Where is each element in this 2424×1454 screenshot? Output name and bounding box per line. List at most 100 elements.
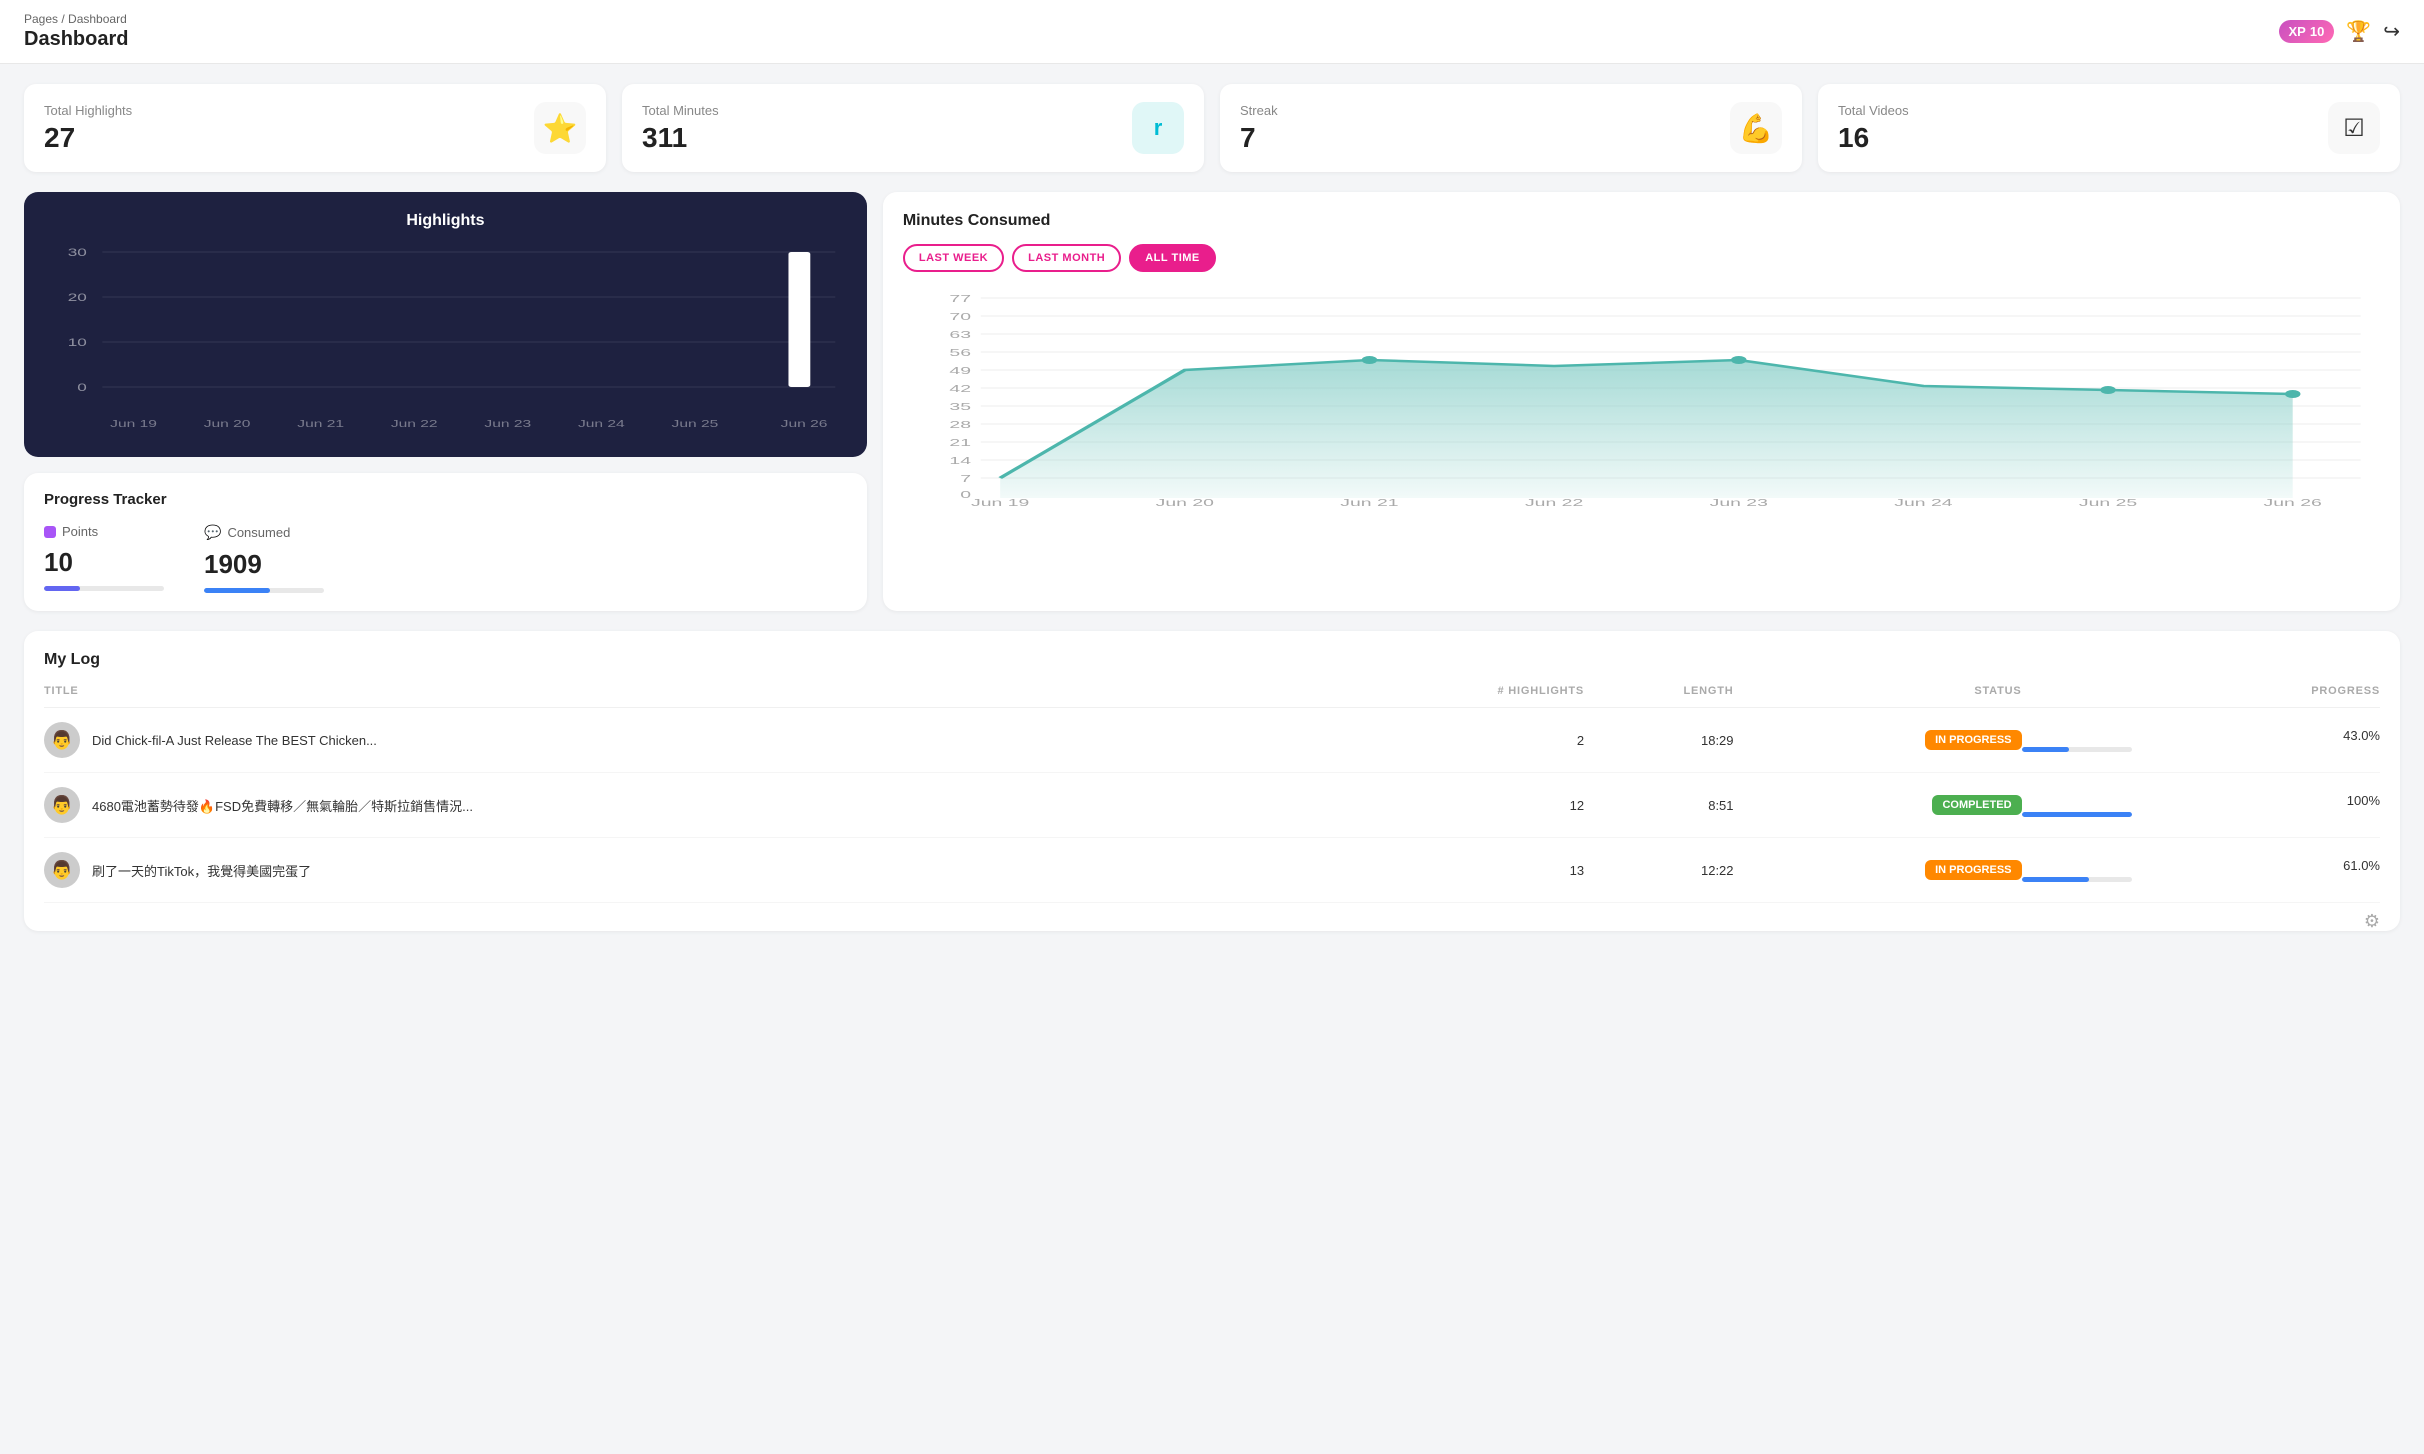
svg-text:0: 0	[960, 490, 971, 501]
svg-text:35: 35	[949, 402, 971, 413]
consumed-bar-track	[204, 588, 324, 593]
points-metric: Points 10	[44, 524, 164, 593]
svg-text:49: 49	[949, 366, 971, 377]
svg-text:10: 10	[68, 337, 87, 349]
highlights-icon: ⭐	[534, 102, 586, 154]
points-bar-fill	[44, 586, 80, 591]
settings-icon[interactable]: ⚙	[2364, 911, 2380, 932]
highlights-chart-area: Highlights 30 20 10 0 Jun 19	[24, 192, 867, 457]
length-cell: 18:29	[1584, 708, 1733, 773]
svg-text:7: 7	[960, 474, 971, 485]
minutes-card: Minutes Consumed LAST WEEK LAST MONTH AL…	[883, 192, 2400, 611]
filter-all-time[interactable]: ALL TIME	[1129, 244, 1216, 272]
xp-badge[interactable]: XP 10	[2279, 20, 2335, 43]
progress-cell: 61.0%	[2022, 838, 2380, 903]
points-bar-track	[44, 586, 164, 591]
video-thumb: 👨	[44, 787, 80, 823]
charts-row: Highlights 30 20 10 0 Jun 19	[24, 192, 2400, 611]
svg-text:Jun 22: Jun 22	[1525, 498, 1583, 508]
video-thumb: 👨	[44, 852, 80, 888]
length-cell: 12:22	[1584, 838, 1733, 903]
points-value: 10	[44, 547, 164, 578]
highlights-card: Highlights 30 20 10 0 Jun 19	[24, 192, 867, 457]
svg-text:30: 30	[68, 247, 87, 259]
svg-text:Jun 19: Jun 19	[971, 498, 1029, 508]
breadcrumb-pages: Pages	[24, 12, 58, 26]
stat-value-videos: 16	[1838, 122, 1909, 154]
svg-text:Jun 20: Jun 20	[1156, 498, 1214, 508]
progress-bar-fill	[2022, 812, 2132, 817]
data-point	[1362, 356, 1378, 364]
streak-icon: 💪	[1730, 102, 1782, 154]
header-left: Pages / Dashboard Dashboard	[24, 12, 128, 51]
svg-text:63: 63	[949, 330, 971, 341]
data-point	[2100, 386, 2116, 394]
minutes-chart-svg: 77 70 63 56 49 42 35 28 21 14 7 0	[903, 288, 2380, 508]
svg-text:56: 56	[949, 348, 971, 359]
stat-value-minutes: 311	[642, 122, 719, 154]
title-cell: 👨 Did Chick-fil-A Just Release The BEST …	[44, 708, 1325, 773]
stat-label-videos: Total Videos	[1838, 103, 1909, 118]
points-icon	[44, 526, 56, 538]
col-progress: PROGRESS	[2022, 685, 2380, 708]
svg-text:Jun 22: Jun 22	[391, 418, 438, 429]
progress-bar-track	[2022, 812, 2132, 817]
stat-cards: Total Highlights 27 ⭐ Total Minutes 311 …	[24, 84, 2400, 172]
table-row: 👨 Did Chick-fil-A Just Release The BEST …	[44, 708, 2380, 773]
log-table: TITLE # HIGHLIGHTS LENGTH STATUS PROGRES…	[44, 685, 2380, 903]
breadcrumb: Pages / Dashboard	[24, 12, 128, 26]
page-title: Dashboard	[24, 28, 128, 51]
title-cell: 👨 刷了一天的TikTok，我覺得美國完蛋了	[44, 838, 1325, 903]
svg-text:21: 21	[949, 438, 971, 449]
svg-text:0: 0	[77, 382, 87, 394]
video-title: 4680電池蓄勢待發🔥FSD免費轉移／無氣輪胎／特斯拉銷售情況...	[92, 796, 473, 815]
minutes-title: Minutes Consumed	[903, 212, 2380, 230]
stat-card-minutes: Total Minutes 311 r	[622, 84, 1204, 172]
svg-text:Jun 20: Jun 20	[204, 418, 251, 429]
video-title: Did Chick-fil-A Just Release The BEST Ch…	[92, 733, 377, 748]
my-log-title: My Log	[44, 651, 2380, 669]
col-status: STATUS	[1734, 685, 2022, 708]
stat-label-streak: Streak	[1240, 103, 1278, 118]
stat-card-videos: Total Videos 16 ☑	[1818, 84, 2400, 172]
time-filters: LAST WEEK LAST MONTH ALL TIME	[903, 244, 2380, 272]
progress-pct: 100%	[2022, 793, 2380, 808]
col-length: LENGTH	[1584, 685, 1733, 708]
progress-tracker-card: Progress Tracker Points 10	[24, 473, 867, 611]
minutes-area	[1000, 360, 2293, 498]
svg-text:70: 70	[949, 312, 971, 323]
svg-text:Jun 24: Jun 24	[578, 418, 625, 429]
main-content: Total Highlights 27 ⭐ Total Minutes 311 …	[0, 64, 2424, 951]
stat-card-streak: Streak 7 💪	[1220, 84, 1802, 172]
progress-bar-fill	[2022, 877, 2089, 882]
col-title: TITLE	[44, 685, 1325, 708]
stat-label-highlights: Total Highlights	[44, 103, 132, 118]
stat-label-minutes: Total Minutes	[642, 103, 719, 118]
svg-text:Jun 25: Jun 25	[672, 418, 719, 429]
highlights-chart-svg: 30 20 10 0 Jun 19 Jun 20 Jun 21 Jun 22 J…	[40, 242, 851, 442]
filter-last-month[interactable]: LAST MONTH	[1012, 244, 1121, 272]
videos-icon: ☑	[2328, 102, 2380, 154]
stat-card-highlights: Total Highlights 27 ⭐	[24, 84, 606, 172]
breadcrumb-current: Dashboard	[68, 12, 127, 26]
col-highlights: # HIGHLIGHTS	[1325, 685, 1584, 708]
progress-bar-track	[2022, 747, 2132, 752]
stat-value-highlights: 27	[44, 122, 132, 154]
trophy-icon[interactable]: 🏆	[2346, 19, 2371, 44]
title-cell: 👨 4680電池蓄勢待發🔥FSD免費轉移／無氣輪胎／特斯拉銷售情況...	[44, 773, 1325, 838]
svg-text:Jun 21: Jun 21	[297, 418, 344, 429]
status-badge: COMPLETED	[1932, 795, 2021, 815]
highlights-cell: 13	[1325, 838, 1584, 903]
status-cell: IN PROGRESS	[1734, 708, 2022, 773]
table-row: 👨 刷了一天的TikTok，我覺得美國完蛋了 13 12:22 IN PROGR…	[44, 838, 2380, 903]
highlights-cell: 2	[1325, 708, 1584, 773]
status-badge: IN PROGRESS	[1925, 860, 2021, 880]
svg-text:Jun 23: Jun 23	[1709, 498, 1767, 508]
filter-last-week[interactable]: LAST WEEK	[903, 244, 1004, 272]
video-thumb: 👨	[44, 722, 80, 758]
highlights-chart-title: Highlights	[40, 212, 851, 230]
svg-text:20: 20	[68, 292, 87, 304]
logout-icon[interactable]: ↪	[2383, 19, 2400, 44]
status-cell: IN PROGRESS	[1734, 838, 2022, 903]
svg-text:Jun 25: Jun 25	[2079, 498, 2137, 508]
